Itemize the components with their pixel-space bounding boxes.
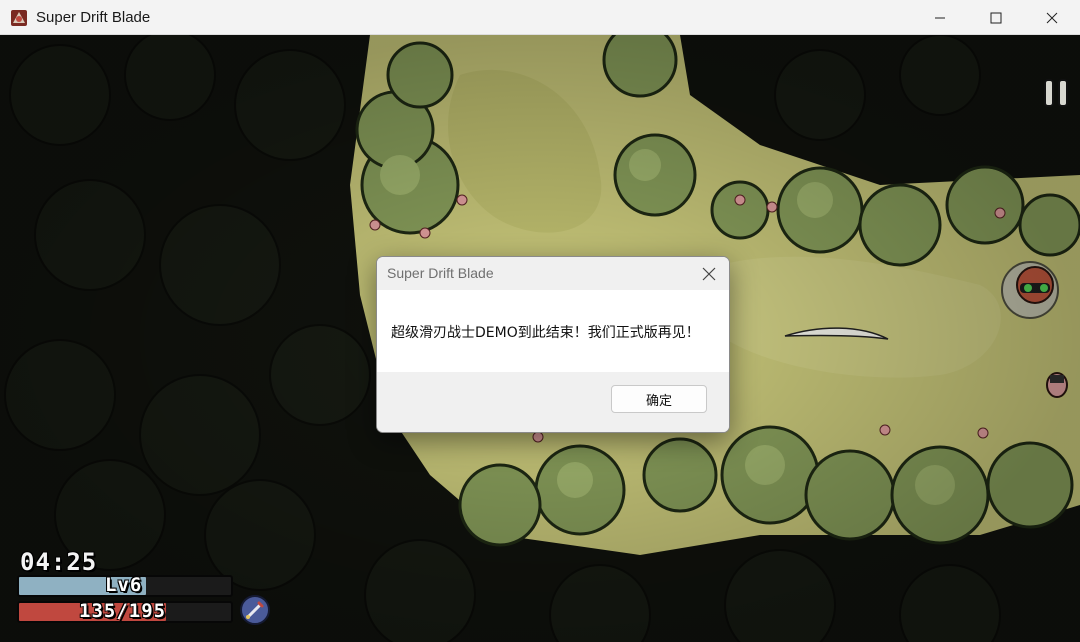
message-dialog: Super Drift Blade 超级滑刃战士DEMO到此结束！我们正式版再见… [376,256,730,433]
window-titlebar: Super Drift Blade [0,0,1080,35]
hp-bar: 135/195 [17,600,233,623]
minimize-button[interactable] [912,0,968,35]
game-app-icon [11,10,27,26]
level-label: Lv6 [105,574,143,596]
dialog-message: 超级滑刃战士DEMO到此结束！我们正式版再见！ [391,325,700,341]
close-icon [1046,12,1058,23]
minimize-icon [935,17,945,18]
close-icon [702,267,716,281]
maximize-icon [990,12,1002,23]
dialog-footer: 确定 [377,372,729,432]
window-title: Super Drift Blade [36,9,151,26]
pause-button[interactable] [1042,77,1070,109]
dialog-close-button[interactable] [697,262,721,286]
hp-text: 135/195 [79,600,167,622]
ok-button[interactable]: 确定 [611,385,707,413]
sword-icon [240,595,270,625]
xp-bar: Lv6 [17,574,233,597]
maximize-button[interactable] [968,0,1024,35]
dialog-title: Super Drift Blade [387,265,494,281]
dialog-titlebar: Super Drift Blade [377,257,729,290]
close-button[interactable] [1024,0,1080,35]
game-timer: 04:25 [20,548,98,576]
